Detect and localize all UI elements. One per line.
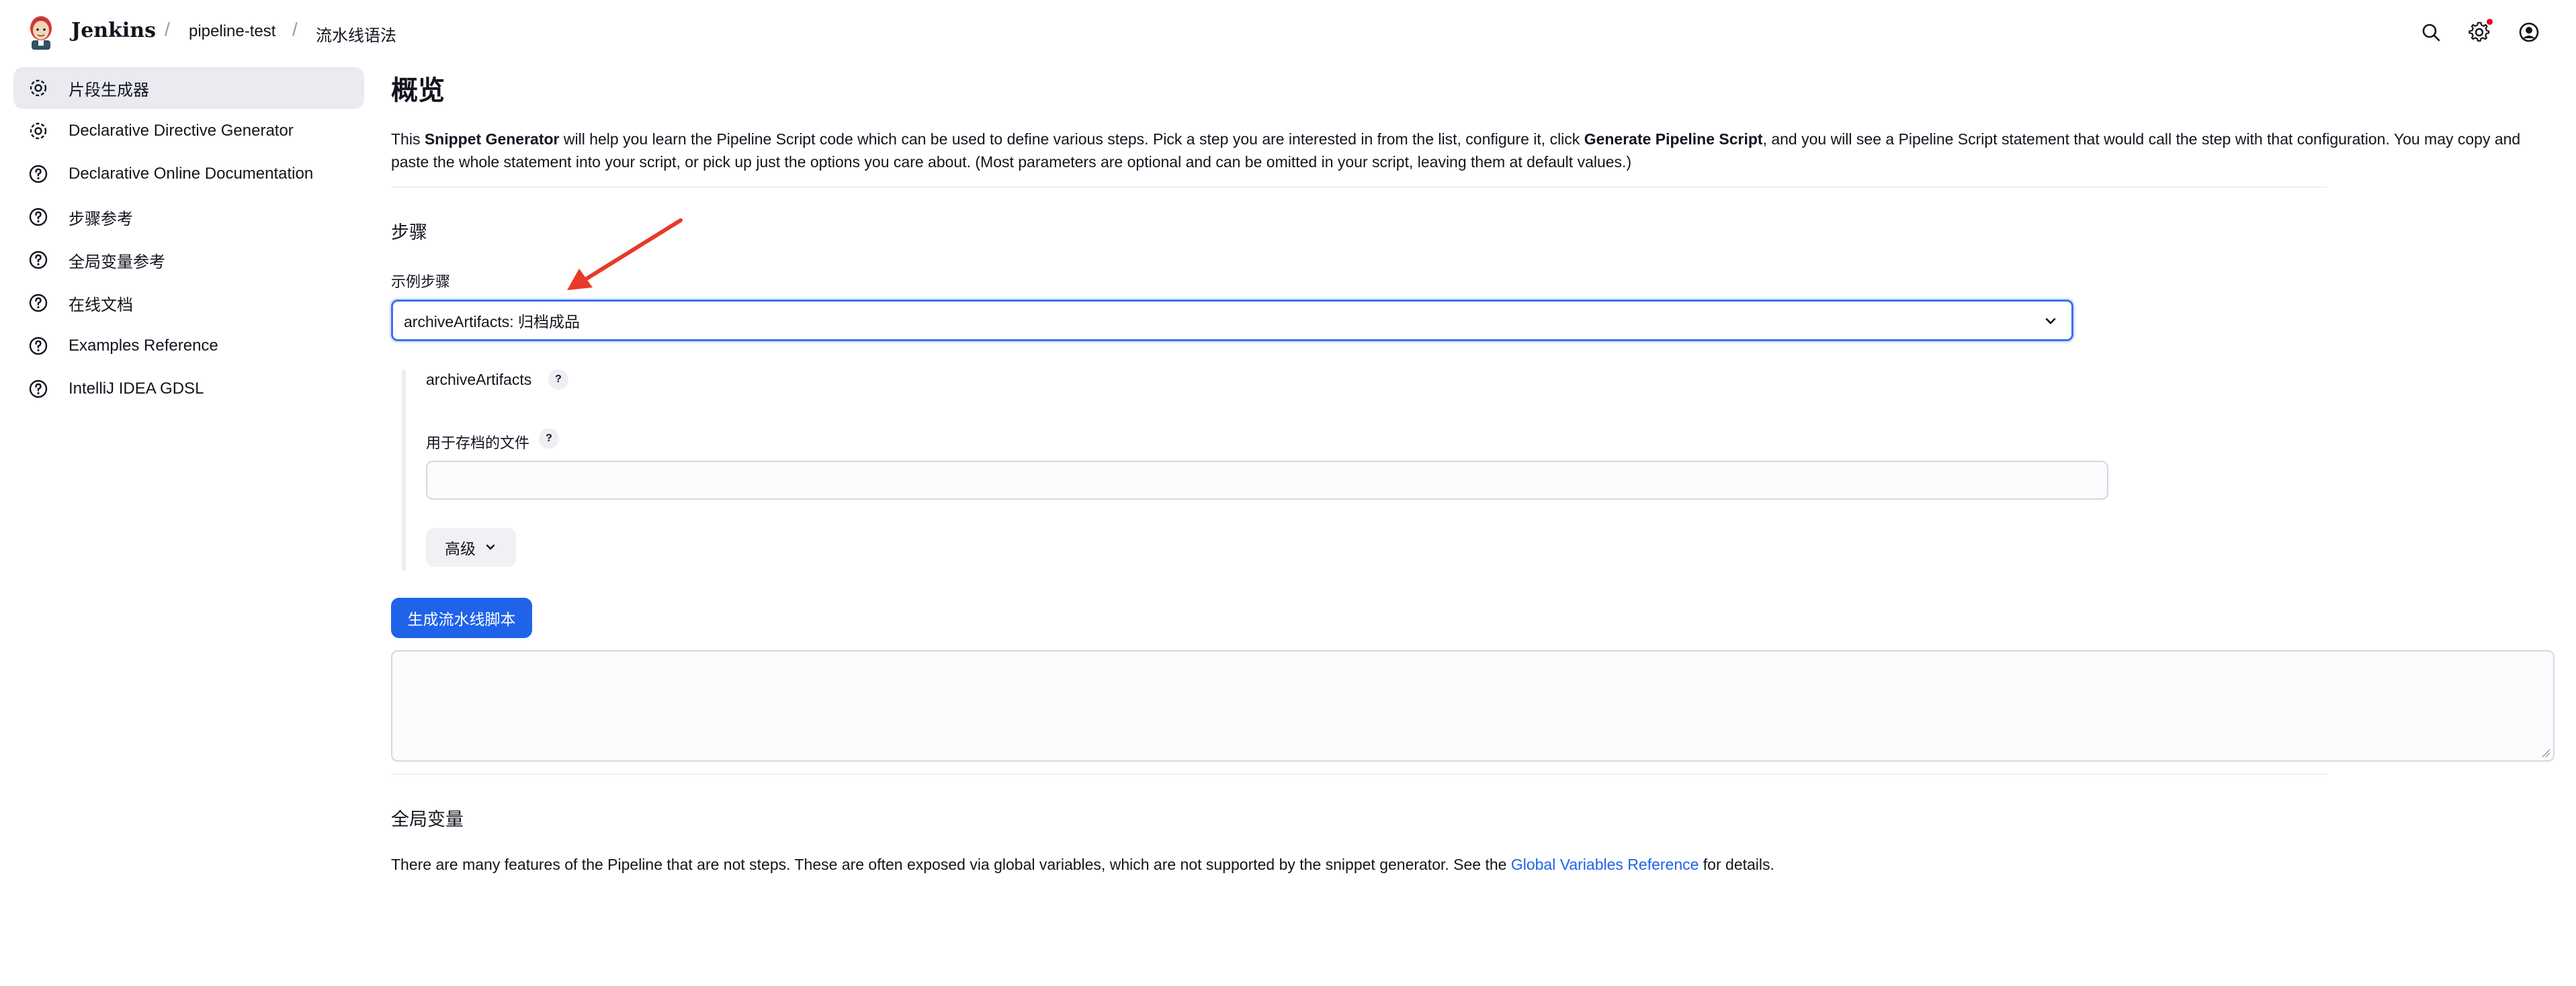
global-variables-text: There are many features of the Pipeline …	[391, 856, 1511, 873]
sidebar-item-steps-reference[interactable]: 步骤参考	[13, 196, 364, 238]
generated-script-output[interactable]	[391, 650, 2554, 762]
sidebar: 片段生成器 Declarative Directive Generator De…	[13, 67, 364, 411]
global-variables-reference-link[interactable]: Global Variables Reference	[1511, 856, 1699, 873]
breadcrumb-pipeline-test[interactable]: pipeline-test	[189, 22, 275, 41]
steps-heading: 步骤	[391, 222, 427, 242]
jenkins-logo-icon[interactable]	[26, 13, 56, 51]
sidebar-item-intellij-idea-gdsl[interactable]: IntelliJ IDEA GDSL	[13, 368, 364, 410]
advanced-button[interactable]: 高级	[426, 528, 516, 567]
global-variables-heading: 全局变量	[391, 809, 464, 830]
sidebar-item-label: Declarative Directive Generator	[69, 122, 294, 140]
sidebar-item-label: 片段生成器	[69, 81, 149, 99]
intro-text: will help you learn the Pipeline Script …	[559, 130, 1584, 148]
breadcrumb-separator: /	[165, 19, 170, 40]
user-icon[interactable]	[2517, 20, 2541, 44]
help-circle-icon	[27, 206, 50, 228]
brand-name[interactable]: Jenkins	[71, 19, 156, 42]
resize-handle-icon[interactable]	[2541, 748, 2550, 758]
intro-bold-snippet-generator: Snippet Generator	[424, 130, 560, 148]
sidebar-item-online-documentation[interactable]: 在线文档	[13, 282, 364, 324]
annotation-arrow-icon	[567, 218, 683, 290]
global-variables-paragraph: There are many features of the Pipeline …	[391, 856, 1774, 874]
global-variables-text: for details.	[1699, 856, 1774, 873]
notification-dot	[2487, 19, 2493, 25]
chevron-down-icon	[2045, 318, 2056, 324]
breadcrumb-separator: /	[292, 19, 298, 40]
sidebar-item-declarative-online-documentation[interactable]: Declarative Online Documentation	[13, 153, 364, 195]
files-to-archive-label: 用于存档的文件	[426, 435, 530, 451]
help-circle-icon	[27, 292, 50, 314]
sidebar-item-label: 步骤参考	[69, 210, 133, 228]
sidebar-item-label: Declarative Online Documentation	[69, 165, 314, 183]
gear-icon	[27, 120, 50, 142]
intro-paragraph: This Snippet Generator will help you lea…	[391, 128, 2541, 173]
sidebar-item-label: Examples Reference	[69, 337, 218, 355]
top-header: Jenkins / pipeline-test / 流水线语法	[0, 0, 2576, 64]
advanced-label: 高级	[445, 540, 476, 557]
sidebar-item-global-variables-reference[interactable]: 全局变量参考	[13, 239, 364, 281]
chevron-down-icon	[486, 544, 495, 550]
intro-bold-generate-pipeline-script: Generate Pipeline Script	[1584, 130, 1763, 148]
gear-icon	[27, 77, 50, 99]
sidebar-item-declarative-directive-generator[interactable]: Declarative Directive Generator	[13, 110, 364, 152]
sidebar-item-label: IntelliJ IDEA GDSL	[69, 379, 204, 398]
sidebar-item-label: 全局变量参考	[69, 253, 165, 271]
step-name-label: archiveArtifacts	[426, 371, 532, 388]
help-icon[interactable]: ?	[548, 369, 568, 390]
sample-step-selected-value: archiveArtifacts: 归档成品	[404, 313, 580, 330]
help-circle-icon	[27, 334, 50, 357]
sample-step-label: 示例步骤	[391, 273, 451, 290]
page-title: 概览	[391, 76, 445, 105]
help-circle-icon	[27, 249, 50, 271]
gear-icon[interactable]	[2467, 19, 2493, 44]
help-circle-icon	[27, 377, 50, 400]
help-icon[interactable]: ?	[539, 429, 559, 449]
sidebar-item-snippet-generator[interactable]: 片段生成器	[13, 67, 364, 109]
breadcrumb-pipeline-syntax[interactable]: 流水线语法	[316, 22, 396, 46]
step-config-indent	[402, 369, 406, 571]
files-to-archive-input[interactable]	[426, 461, 2108, 500]
sidebar-item-label: 在线文档	[69, 296, 133, 314]
sidebar-item-examples-reference[interactable]: Examples Reference	[13, 325, 364, 367]
help-circle-icon	[27, 163, 50, 185]
search-icon[interactable]	[2419, 20, 2443, 44]
sample-step-select[interactable]: archiveArtifacts: 归档成品	[391, 300, 2073, 341]
generate-pipeline-script-button[interactable]: 生成流水线脚本	[391, 598, 532, 638]
intro-text: This	[391, 130, 425, 148]
